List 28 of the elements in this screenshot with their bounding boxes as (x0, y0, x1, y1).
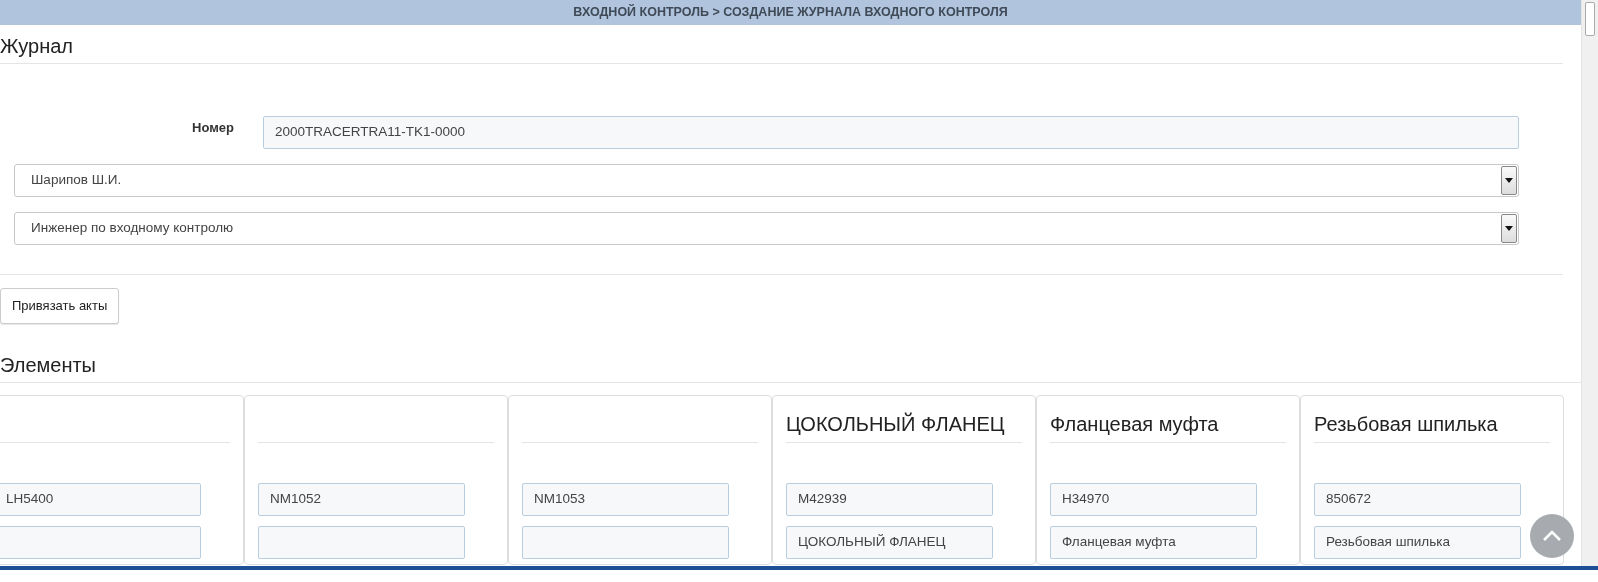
card-title: Фланцевая муфта (1050, 412, 1219, 435)
dropdown[interactable]: Инженер по входному контролю (14, 212, 1519, 245)
name-field[interactable] (0, 525, 201, 559)
field-label: Номер (191, 119, 234, 137)
scroll-to-top-button[interactable] (1530, 514, 1574, 558)
card-title: ЦОКОЛЬНЫЙ ФЛАНЕЦ (786, 412, 1005, 435)
caret-down-icon (1505, 178, 1513, 183)
name-field[interactable]: Резьбовая шпилька (1314, 525, 1521, 559)
name-field[interactable]: Фланцевая муфта (1050, 525, 1257, 559)
caret-down-icon (1505, 226, 1513, 231)
code-field[interactable]: NM1053 (522, 482, 729, 516)
code-field[interactable]: NM1052 (258, 482, 465, 516)
name-field[interactable]: ЦОКОЛЬНЫЙ ФЛАНЕЦ (786, 525, 993, 559)
scrollbar[interactable] (1581, 0, 1598, 566)
name-field[interactable] (258, 525, 465, 559)
dropdown[interactable]: Шарипов Ш.И. (14, 164, 1519, 197)
code-field[interactable]: H34970 (1050, 482, 1257, 516)
name-field[interactable] (522, 525, 729, 559)
chevron-up-icon (1542, 530, 1562, 542)
link-acts-button[interactable]: Привязать акты (0, 288, 120, 324)
breadcrumb-title: ВХОДНОЙ КОНТРОЛЬ > СОЗДАНИЕ ЖУРНАЛА ВХОДНОГО КОНТРОЛЯ (573, 3, 1008, 22)
section-heading: Элементы (0, 352, 97, 378)
section-heading: Журнал (0, 34, 74, 59)
code-field[interactable]: LH5400 (0, 482, 201, 516)
code-field[interactable]: 850672 (1314, 482, 1521, 516)
card-title: Резьбовая шпилька (1314, 412, 1498, 435)
code-field[interactable]: M42939 (786, 482, 993, 516)
number-field[interactable]: 2000TRACERTRA11-TK1-0000 (263, 116, 1519, 149)
